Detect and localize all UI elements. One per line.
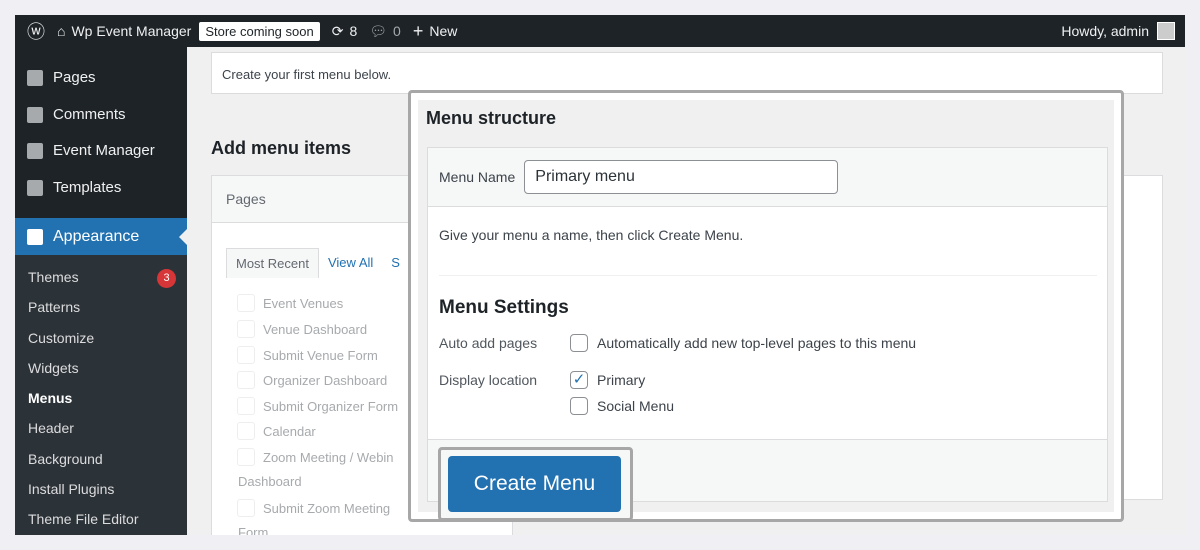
menu-name-label: Menu Name <box>439 169 516 185</box>
admin-bar: ⓦ ⌂ Wp Event Manager Store coming soon ⟳ 8… <box>15 15 1185 47</box>
checkbox[interactable] <box>237 371 255 389</box>
store-badge[interactable]: Store coming soon <box>199 21 320 41</box>
sidebar-item-event-manager[interactable]: Event Manager <box>27 142 155 159</box>
label: Event Venues <box>263 295 344 311</box>
pages-icon <box>27 69 43 86</box>
folder-icon <box>27 179 43 196</box>
site-link[interactable]: ⌂ Wp Event Manager <box>57 23 191 39</box>
page-item[interactable]: Submit Organizer Form <box>237 397 398 415</box>
admin-sidebar: Pages Comments Event Manager Templates A… <box>15 47 187 535</box>
tab-most-recent[interactable]: Most Recent <box>226 248 319 278</box>
sidebar-item-templates[interactable]: Templates <box>27 179 121 196</box>
menu-structure-title: Menu structure <box>426 108 557 128</box>
wordpress-logo-icon[interactable]: ⓦ <box>27 18 45 44</box>
updates-link[interactable]: ⟳ 8 <box>332 23 358 40</box>
checkbox[interactable] <box>237 422 255 440</box>
auto-add-label: Auto add pages <box>439 335 538 351</box>
auto-add-option[interactable]: Automatically add new top-level pages to… <box>570 334 916 352</box>
checkbox[interactable] <box>237 397 255 415</box>
page-item[interactable]: Venue Dashboard <box>237 320 367 338</box>
create-menu-highlight: Create Menu <box>438 447 633 521</box>
social-checkbox[interactable] <box>570 397 588 415</box>
account-menu[interactable]: Howdy, admin <box>1061 15 1175 47</box>
divider <box>439 275 1097 276</box>
comments-icon <box>27 106 43 123</box>
page-item[interactable]: Calendar <box>237 422 316 440</box>
label: Appearance <box>53 227 140 245</box>
label: Submit Zoom Meeting <box>263 500 391 516</box>
submenu-patterns[interactable]: Patterns <box>28 299 80 315</box>
checkbox[interactable] <box>237 320 255 338</box>
tab-view-all[interactable]: View All <box>319 248 382 278</box>
create-menu-button[interactable]: Create Menu <box>448 456 621 512</box>
notice: Create your first menu below. <box>211 52 1163 94</box>
primary-checkbox-checked[interactable]: ✓ <box>570 371 588 389</box>
submenu-menus[interactable]: Menus <box>28 390 72 406</box>
submenu-background[interactable]: Background <box>28 451 103 467</box>
label: Venue Dashboard <box>263 321 368 337</box>
sidebar-item-appearance[interactable]: Appearance <box>15 218 187 255</box>
label: Social Menu <box>597 398 675 414</box>
appearance-submenu: Themes 3 Patterns Customize Widgets Menu… <box>15 255 187 535</box>
submenu-header[interactable]: Header <box>28 420 74 436</box>
home-icon: ⌂ <box>57 23 66 39</box>
label: Submit Organizer Form <box>263 398 399 414</box>
comment-icon: 💬︎ <box>369 22 388 39</box>
page-item[interactable]: Event Venues <box>237 294 343 312</box>
checkbox[interactable] <box>237 448 255 466</box>
updates-count: 8 <box>349 23 358 39</box>
location-social[interactable]: Social Menu <box>570 397 674 415</box>
display-location-label: Display location <box>439 372 538 388</box>
sidebar-item-pages[interactable]: Pages <box>27 69 96 86</box>
new-label: New <box>429 23 458 39</box>
label: Calendar <box>263 423 316 439</box>
submenu-widgets[interactable]: Widgets <box>28 360 79 376</box>
page-item[interactable]: Submit Venue Form <box>237 346 378 364</box>
label: Automatically add new top-level pages to… <box>597 335 917 351</box>
page-item[interactable]: Zoom Meeting / Webin <box>237 448 394 466</box>
submenu-theme-file-editor[interactable]: Theme File Editor <box>28 511 138 527</box>
page-item[interactable]: Organizer Dashboard <box>237 371 387 389</box>
howdy-label: Howdy, admin <box>1061 23 1149 39</box>
pages-tabs: Most Recent View All S <box>226 248 409 278</box>
menu-hint: Give your menu a name, then click Create… <box>439 227 744 243</box>
comments-count: 0 <box>393 23 401 39</box>
label: Event Manager <box>53 142 155 159</box>
calendar-icon <box>27 142 43 159</box>
submenu-themes[interactable]: Themes <box>28 269 79 285</box>
checkbox[interactable] <box>237 294 255 312</box>
brush-icon <box>27 228 43 245</box>
label: Pages <box>53 69 96 86</box>
add-menu-items-heading: Add menu items <box>211 138 352 158</box>
checkbox[interactable] <box>237 499 255 517</box>
submenu-install-plugins[interactable]: Install Plugins <box>28 481 114 497</box>
label: Comments <box>53 106 126 123</box>
menu-name-input[interactable] <box>524 160 839 194</box>
wp-admin: ⓦ ⌂ Wp Event Manager Store coming soon ⟳ 8… <box>15 15 1185 535</box>
comments-link[interactable]: 💬︎ 0 <box>369 23 401 40</box>
page-item[interactable]: Submit Zoom Meeting <box>237 499 390 517</box>
updates-icon: ⟳ <box>331 22 344 39</box>
plus-icon: + <box>412 20 424 41</box>
label: Primary <box>597 372 646 388</box>
submenu-customize[interactable]: Customize <box>28 330 94 346</box>
menu-settings-heading: Menu Settings <box>439 297 569 318</box>
label: Zoom Meeting / Webin <box>263 449 394 465</box>
checkbox[interactable] <box>237 346 255 364</box>
new-link[interactable]: + New <box>413 21 458 42</box>
site-name: Wp Event Manager <box>71 23 192 39</box>
sidebar-item-comments[interactable]: Comments <box>27 106 126 123</box>
themes-badge: 3 <box>157 269 176 288</box>
location-primary[interactable]: ✓ Primary <box>570 371 645 389</box>
label: Templates <box>53 179 122 196</box>
auto-add-checkbox[interactable] <box>570 334 588 352</box>
label: Organizer Dashboard <box>263 372 388 388</box>
avatar <box>1157 22 1175 40</box>
page-item-wrap: Dashboard <box>238 474 302 489</box>
menu-structure-highlight: Menu structure Menu Name Give your menu … <box>408 90 1124 522</box>
tab-search[interactable]: S <box>382 248 409 278</box>
label: Submit Venue Form <box>263 347 378 363</box>
page-item-wrap: Form <box>238 525 269 535</box>
